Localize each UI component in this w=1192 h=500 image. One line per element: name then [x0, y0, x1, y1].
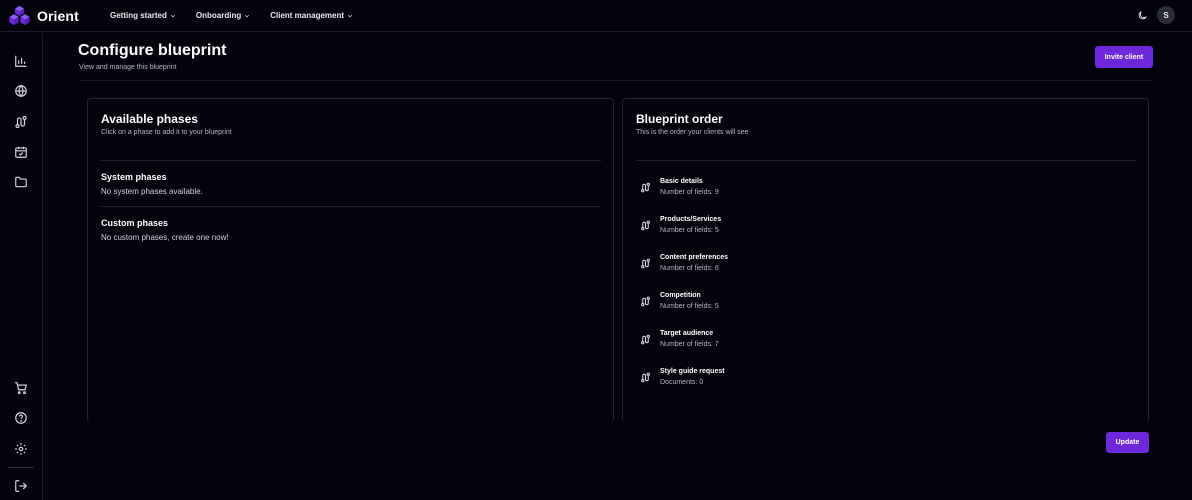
route-icon: [641, 258, 650, 269]
phase-meta: Documents: 0: [660, 379, 704, 386]
chevron-down-icon: [347, 14, 353, 17]
phase-item[interactable]: Competition Number of fields: 5: [640, 292, 1120, 316]
chevron-down-icon: [170, 14, 175, 17]
custom-phases-empty[interactable]: No custom phases, create one now!: [101, 233, 229, 242]
phase-meta: Number of fields: 5: [660, 227, 719, 234]
app-name: Orient: [37, 7, 79, 24]
phase-meta: Number of fields: 9: [660, 189, 719, 196]
page-subtitle: View and manage this blueprint: [79, 64, 177, 71]
brand[interactable]: Orient: [8, 5, 110, 27]
route-icon: [641, 372, 650, 383]
phase-name: Target audience: [660, 330, 714, 337]
phase-meta: Number of fields: 7: [660, 341, 719, 348]
top-right-actions: S: [1137, 6, 1175, 24]
logout-icon[interactable]: [14, 479, 28, 493]
top-navigation-bar: Orient Getting started Onboarding Client…: [0, 0, 1192, 32]
nav-onboarding[interactable]: Onboarding: [196, 11, 250, 20]
blueprint-order-panel: Blueprint order This is the order your c…: [622, 98, 1149, 423]
cart-icon[interactable]: [14, 381, 28, 395]
folder-icon[interactable]: [14, 175, 28, 189]
invite-client-button[interactable]: Invite client: [1095, 46, 1153, 68]
globe-icon[interactable]: [14, 84, 28, 98]
nav-getting-started[interactable]: Getting started: [110, 11, 176, 20]
calendar-check-icon[interactable]: [14, 145, 28, 159]
page-title: Configure blueprint: [78, 42, 227, 59]
phase-meta: Number of fields: 5: [660, 303, 719, 310]
phase-item[interactable]: Basic details Number of fields: 9: [640, 178, 1120, 202]
phase-name: Competition: [660, 292, 701, 299]
phase-item[interactable]: Products/Services Number of fields: 5: [640, 216, 1120, 240]
phase-name: Style guide request: [660, 368, 725, 375]
panel-divider: [101, 160, 601, 161]
nav-label: Client management: [270, 11, 345, 20]
chevron-down-icon: [245, 14, 250, 17]
route-icon: [641, 220, 650, 231]
route-icon: [641, 182, 650, 193]
route-icon: [641, 334, 650, 345]
moon-icon[interactable]: [1137, 10, 1148, 21]
system-phases-empty: No system phases available.: [101, 187, 203, 196]
phase-name: Content preferences: [660, 254, 729, 261]
panel-title: Blueprint order: [636, 112, 723, 126]
route-icon[interactable]: [14, 115, 28, 129]
hexagon-cubes-logo: [9, 5, 30, 25]
nav-client-management[interactable]: Client management: [270, 11, 353, 20]
panel-divider: [636, 160, 1136, 161]
phase-name: Basic details: [660, 178, 703, 185]
panel-title: Available phases: [101, 112, 198, 126]
main-nav: Getting started Onboarding Client manage…: [110, 11, 373, 20]
panel-subtitle: This is the order your clients will see: [636, 129, 749, 136]
panel-subtitle: Click on a phase to add it to your bluep…: [101, 129, 232, 136]
available-phases-panel: Available phases Click on a phase to add…: [87, 98, 614, 423]
gear-icon[interactable]: [14, 442, 28, 456]
section-divider: [101, 206, 601, 207]
nav-label: Onboarding: [195, 11, 242, 20]
phase-item[interactable]: Target audience Number of fields: 7: [640, 330, 1120, 354]
sidebar: [0, 33, 43, 500]
help-circle-icon[interactable]: [14, 411, 28, 425]
phase-item[interactable]: Content preferences Number of fields: 6: [640, 254, 1120, 278]
sidebar-divider: [8, 467, 34, 468]
header-divider: [79, 80, 1153, 81]
phase-name: Products/Services: [660, 216, 722, 223]
bar-chart-icon[interactable]: [14, 54, 28, 68]
phase-item[interactable]: Style guide request Documents: 0: [640, 368, 1120, 392]
update-button[interactable]: Update: [1106, 432, 1149, 453]
avatar[interactable]: S: [1157, 6, 1175, 24]
phase-meta: Number of fields: 6: [660, 265, 719, 272]
custom-phases-title: Custom phases: [101, 218, 169, 228]
route-icon: [641, 296, 650, 307]
nav-label: Getting started: [110, 11, 167, 20]
system-phases-title: System phases: [101, 172, 167, 182]
